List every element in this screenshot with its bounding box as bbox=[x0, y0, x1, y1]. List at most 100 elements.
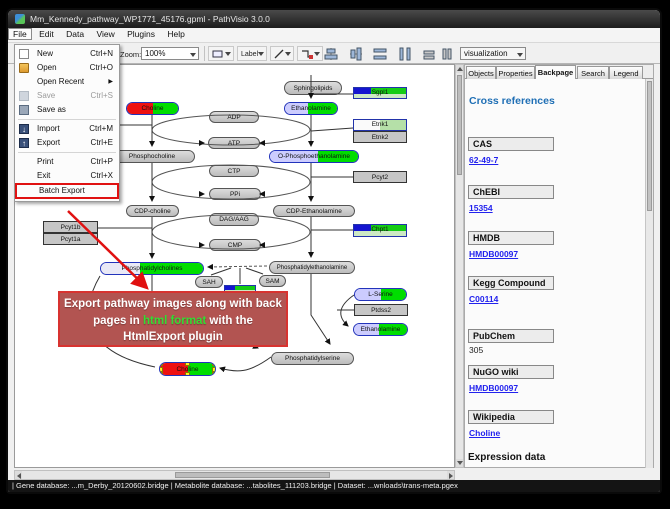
chevron-down-icon bbox=[314, 52, 320, 56]
node-l-serine[interactable]: L-Serine bbox=[354, 288, 407, 301]
link-kegg[interactable]: C00114 bbox=[469, 294, 498, 304]
link-nugo[interactable]: HMDB00097 bbox=[469, 383, 518, 393]
link-cas[interactable]: 62-49-7 bbox=[469, 155, 498, 165]
common-height-button[interactable] bbox=[440, 47, 454, 61]
export-icon: ↑ bbox=[19, 138, 29, 148]
label-button[interactable]: Label bbox=[237, 46, 267, 61]
new-file-icon bbox=[19, 49, 29, 59]
app-icon bbox=[15, 14, 25, 24]
open-folder-icon bbox=[19, 63, 29, 73]
section-header-cas: CAS bbox=[468, 137, 554, 151]
common-width-button[interactable] bbox=[422, 47, 436, 61]
file-menu-popup: NewCtrl+N OpenCtrl+O Open Recent▶ SaveCt… bbox=[14, 44, 120, 202]
tab-objects[interactable]: Objects bbox=[466, 66, 496, 79]
side-panel-scrollbar[interactable] bbox=[645, 79, 653, 468]
scrollbar-thumb[interactable] bbox=[175, 472, 330, 478]
zoom-label: Zoom: bbox=[120, 50, 141, 59]
menu-item-open-recent[interactable]: Open Recent▶ bbox=[15, 75, 119, 89]
chevron-down-icon bbox=[517, 53, 523, 57]
annotation-line1: Export pathway images along with back bbox=[60, 296, 286, 313]
datanode-icon bbox=[212, 49, 223, 58]
side-panel: Objects Properties Backpage Search Legen… bbox=[464, 64, 654, 468]
title-bar: Mm_Kennedy_pathway_WP1771_45176.gpml - P… bbox=[8, 10, 660, 28]
save-as-icon bbox=[19, 105, 29, 115]
scroll-down-button[interactable] bbox=[456, 459, 463, 467]
chevron-down-icon bbox=[225, 52, 231, 56]
node-choline-selected[interactable]: Choline bbox=[159, 362, 216, 376]
node-phosphatidylcholines[interactable]: Phosphatidylcholines bbox=[100, 262, 204, 275]
distribute-horizontal-button[interactable] bbox=[373, 47, 387, 61]
zoom-combobox[interactable]: 100% bbox=[141, 47, 199, 60]
link-hmdb[interactable]: HMDB00097 bbox=[469, 249, 518, 259]
connector-icon bbox=[301, 49, 313, 59]
tab-legend[interactable]: Legend bbox=[609, 66, 643, 79]
node-ethanolamine-bottom[interactable]: Ethanolamine bbox=[353, 323, 408, 336]
chevron-down-icon bbox=[285, 52, 291, 56]
annotation-line3: HtmlExport plugin bbox=[60, 329, 286, 346]
side-panel-tabs: Objects Properties Backpage Search Legen… bbox=[465, 65, 653, 79]
menu-item-new[interactable]: NewCtrl+N bbox=[15, 47, 119, 61]
distribute-vertical-button[interactable] bbox=[398, 47, 412, 61]
tab-backpage[interactable]: Backpage bbox=[535, 65, 576, 79]
toolbar-separator bbox=[204, 46, 205, 61]
section-header-hmdb: HMDB bbox=[468, 231, 554, 245]
annotation-callout: Export pathway images along with back pa… bbox=[58, 291, 288, 347]
menu-plugins[interactable]: Plugins bbox=[122, 28, 160, 40]
node-o-phosphoethanolamine[interactable]: O-Phosphoethanolamine bbox=[269, 150, 359, 163]
scrollbar-thumb[interactable] bbox=[647, 81, 652, 211]
chevron-down-icon bbox=[190, 53, 196, 57]
canvas-vertical-scrollbar[interactable] bbox=[455, 64, 464, 468]
menu-item-save-as[interactable]: Save as bbox=[15, 103, 119, 117]
scrollbar-thumb[interactable] bbox=[457, 75, 462, 175]
menu-file[interactable]: File bbox=[8, 28, 32, 40]
canvas-horizontal-scrollbar[interactable] bbox=[14, 470, 455, 480]
menu-view[interactable]: View bbox=[91, 28, 119, 40]
link-chebi[interactable]: 15354 bbox=[469, 203, 493, 213]
section-header-wikipedia: Wikipedia bbox=[468, 410, 554, 424]
section-header-kegg: Kegg Compound bbox=[468, 276, 554, 290]
section-header-nugo: NuGO wiki bbox=[468, 365, 554, 379]
menu-help[interactable]: Help bbox=[162, 28, 189, 40]
menu-data[interactable]: Data bbox=[61, 28, 89, 40]
tab-search[interactable]: Search bbox=[577, 66, 609, 79]
chevron-down-icon bbox=[258, 52, 264, 56]
selection-handle[interactable] bbox=[159, 362, 163, 366]
visualization-combobox[interactable]: visualization bbox=[460, 47, 526, 60]
scroll-left-button[interactable] bbox=[15, 471, 22, 479]
expression-data-heading: Expression data bbox=[468, 452, 545, 463]
connector-tool-button[interactable] bbox=[297, 46, 323, 61]
window-title: Mm_Kennedy_pathway_WP1771_45176.gpml - P… bbox=[30, 10, 270, 28]
align-center-button[interactable] bbox=[324, 47, 338, 61]
tab-properties[interactable]: Properties bbox=[496, 66, 535, 79]
menu-item-save[interactable]: SaveCtrl+S bbox=[15, 89, 119, 103]
import-icon: ↓ bbox=[19, 124, 29, 134]
submenu-arrow-icon: ▶ bbox=[108, 75, 113, 89]
scroll-right-button[interactable] bbox=[447, 471, 454, 479]
menu-separator bbox=[18, 152, 116, 153]
menu-separator bbox=[18, 119, 116, 120]
status-bar: | Gene database: ...m_Derby_20120602.bri… bbox=[8, 480, 660, 492]
node-ethanolamine[interactable]: Ethanolamine bbox=[284, 102, 338, 115]
menu-edit[interactable]: Edit bbox=[34, 28, 59, 40]
annotation-line2: pages in html format with the bbox=[60, 313, 286, 330]
line-icon bbox=[274, 49, 284, 59]
line-tool-button[interactable] bbox=[270, 46, 294, 61]
menu-item-import[interactable]: ↓ImportCtrl+M bbox=[15, 122, 119, 136]
section-header-pubchem: PubChem bbox=[468, 329, 554, 343]
align-middle-button[interactable] bbox=[349, 47, 363, 61]
menu-item-print[interactable]: PrintCtrl+P bbox=[15, 155, 119, 169]
screenshot-root: Mm_Kennedy_pathway_WP1771_45176.gpml - P… bbox=[0, 0, 670, 509]
cross-references-heading: Cross references bbox=[469, 95, 555, 107]
menu-item-export[interactable]: ↑ExportCtrl+E bbox=[15, 136, 119, 150]
datanode-button[interactable] bbox=[208, 46, 234, 61]
selection-handle[interactable] bbox=[185, 362, 190, 366]
node-choline[interactable]: Choline bbox=[126, 102, 179, 115]
menu-bar: File Edit Data View Plugins Help bbox=[8, 28, 660, 43]
annotation-highlight: html format bbox=[143, 315, 206, 327]
menu-item-open[interactable]: OpenCtrl+O bbox=[15, 61, 119, 75]
scroll-up-button[interactable] bbox=[456, 65, 463, 73]
menu-item-exit[interactable]: ExitCtrl+X bbox=[15, 169, 119, 183]
link-wikipedia[interactable]: Choline bbox=[469, 428, 500, 438]
section-header-chebi: ChEBI bbox=[468, 185, 554, 199]
menu-item-batch-export[interactable]: Batch Export bbox=[15, 183, 119, 199]
